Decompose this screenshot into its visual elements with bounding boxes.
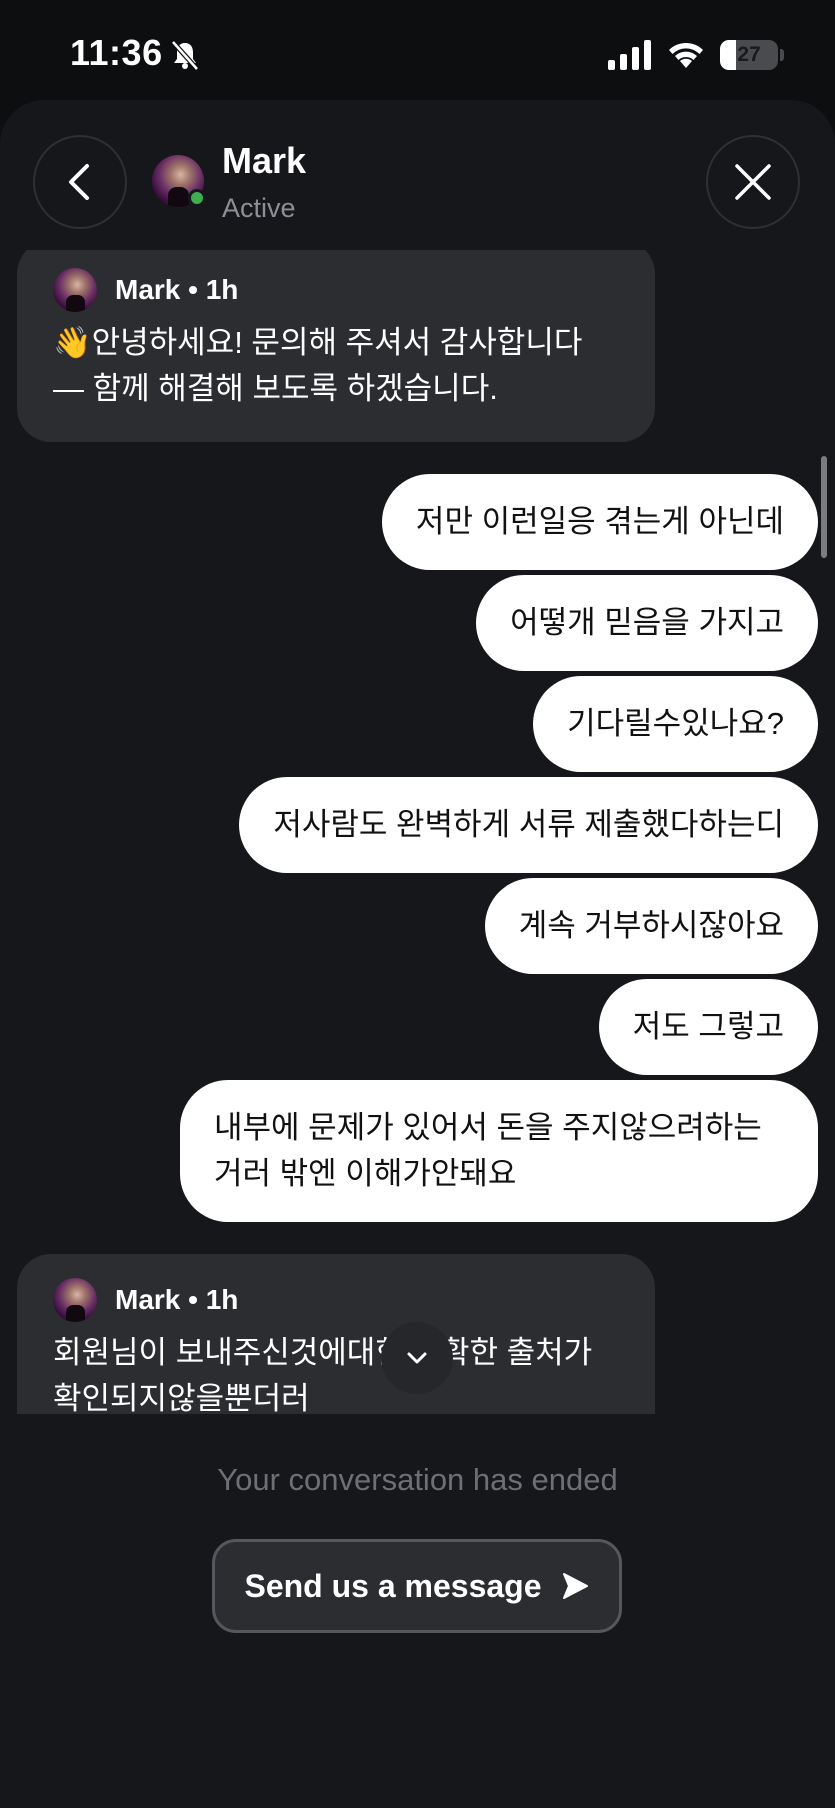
back-button[interactable] — [33, 135, 127, 229]
battery-indicator: 27 — [720, 40, 778, 70]
message-sender-time: Mark • 1h — [115, 274, 239, 305]
message-text: 👋안녕하세요! 문의해 주셔서 감사합니다 — 함께 해결해 보도록 하겠습니다… — [53, 325, 583, 406]
agent-message: Mark • 1h 👋안녕하세요! 문의해 주셔서 감사합니다 — 함께 해결해… — [17, 250, 655, 442]
send-message-button[interactable]: Send us a message — [212, 1539, 622, 1633]
agent-avatar-small — [53, 268, 97, 312]
agent-avatar — [152, 155, 206, 207]
user-message: 저도 그렇고 — [598, 979, 818, 1075]
scrollbar[interactable] — [821, 456, 827, 558]
user-message: 내부에 문제가 있어서 돈을 주지않으려하는 거러 밖엔 이해가안돼요 — [180, 1080, 818, 1222]
message-text: 회원님이 보내주신것에대한 정확한 출처가 확인되지않을뿐더러 — [53, 1335, 593, 1414]
scroll-down-button[interactable] — [381, 1322, 453, 1394]
conversation-ended-text: Your conversation has ended — [217, 1462, 618, 1497]
message-meta: Mark • 1h — [53, 268, 619, 312]
status-time: 11:36 — [70, 32, 163, 73]
user-message: 기다릴수있나요? — [533, 676, 818, 772]
bell-slash-icon — [171, 40, 199, 71]
battery-tip — [780, 49, 784, 61]
wifi-icon — [669, 42, 703, 68]
signal-icon — [608, 40, 651, 70]
chevron-left-icon — [69, 164, 89, 200]
close-button[interactable] — [706, 135, 800, 229]
agent-avatar-small — [53, 1278, 97, 1322]
send-message-label: Send us a message — [244, 1567, 542, 1604]
user-message: 저만 이런일응 겪는게 아닌데 — [381, 474, 818, 570]
user-message: 계속 거부하시잖아요 — [484, 878, 818, 974]
user-message: 어떻개 믿음을 가지고 — [476, 575, 818, 671]
chevron-down-icon — [407, 1352, 427, 1364]
message-list[interactable]: Mark • 1h 👋안녕하세요! 문의해 주셔서 감사합니다 — 함께 해결해… — [0, 250, 835, 1414]
online-status-dot — [188, 189, 206, 207]
close-icon — [735, 164, 771, 200]
agent-status: Active — [222, 193, 296, 223]
agent-message: Mark • 1h 회원님이 보내주신것에대한 정확한 출처가 확인되지않을뿐더… — [17, 1254, 655, 1414]
send-arrow-icon — [562, 1573, 588, 1599]
agent-name: Mark — [222, 140, 307, 181]
message-sender-time: Mark • 1h — [115, 1284, 239, 1315]
user-message: 저사람도 완벽하게 서류 제출했다하는디 — [239, 777, 818, 873]
status-bar: 11:36 27 — [0, 0, 835, 104]
message-meta: Mark • 1h — [53, 1278, 619, 1322]
battery-level: 27 — [737, 43, 761, 66]
